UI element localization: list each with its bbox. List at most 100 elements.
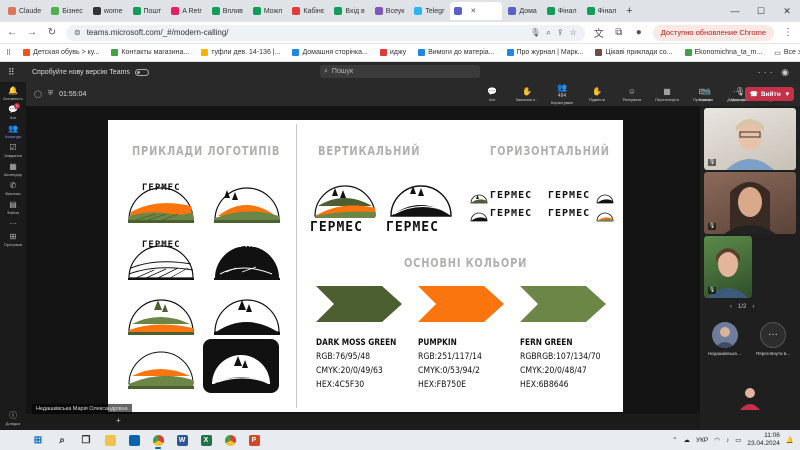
toggle-switch[interactable] [134,68,149,76]
powerpoint-icon[interactable]: P [242,430,266,450]
active-tab[interactable]: ✕ [450,2,503,20]
bookmark-item[interactable]: туфли дев. 14-136 |... [201,49,280,56]
bookmark-item[interactable]: Вимоги до матеріа... [418,49,495,56]
chevron-up-icon[interactable]: ⌃ [672,436,677,444]
share-icon[interactable]: ⇪ [557,28,564,37]
bookmark-item[interactable]: Цікаві приклади со... [595,49,673,56]
mic-icon[interactable]: 🎙 [530,28,540,37]
browser-tab[interactable]: Можл [249,2,287,20]
apps-grid-icon[interactable]: ⠿ [6,49,11,57]
bookmark-item[interactable]: иджу [379,49,406,56]
file-explorer-icon[interactable] [98,430,122,450]
add-icon[interactable]: + [116,416,121,425]
stage-footer: + [26,414,700,430]
browser-tab[interactable]: wome [89,2,127,20]
zoom-icon[interactable]: ⌕ [546,28,550,38]
search-icon[interactable]: ⌕ [50,430,74,450]
rail-item-apps[interactable]: ⊞ Програми [0,232,26,247]
browser-tab[interactable]: Всеук [371,2,409,20]
participant-video[interactable]: 🎙 [704,236,752,298]
toolbar-react-button[interactable]: ☺ Реагувати [616,82,648,106]
search-input[interactable]: ⌕ Пошук [320,65,480,78]
site-info-icon[interactable]: ⊜ [74,28,81,37]
rail-item-more[interactable]: ··· [0,219,26,228]
menu-icon[interactable]: ⋮ [782,27,794,38]
bookmark-item[interactable]: Ekonomichna_ta_m... [684,49,762,56]
browser-tab[interactable]: Telegr [410,2,448,20]
outlook-icon[interactable] [122,430,146,450]
bookmark-item[interactable]: Детская обувь > ку... [23,49,99,56]
toolbar-camera-button[interactable]: 📹 Камера [690,82,722,106]
all-bookmarks-button[interactable]: ▭Все закладки [774,49,800,57]
forward-icon[interactable]: → [26,27,38,38]
participant-video[interactable]: 🎙 [704,172,796,234]
help-button[interactable]: ⓘ Довідка [0,410,26,426]
new-tab-icon[interactable]: + [622,5,636,17]
clock[interactable]: 11:06 23.04.2024 [747,432,780,448]
browser-tab[interactable]: Дома [504,2,540,20]
browser-tab[interactable]: Claude [4,2,45,20]
rail-item-calendar[interactable]: ▦ Календар [0,162,26,177]
close-icon[interactable]: ✕ [774,0,800,22]
view-all-tile[interactable]: ··· Переглянути в... [750,322,796,356]
windows-start-icon[interactable]: ⊞ [26,430,50,450]
toolbar-hand-button[interactable]: ✋ Записані п... [511,82,543,106]
cloud-icon[interactable]: ☁ [684,436,691,444]
app-launcher-icon[interactable]: ⠿ [8,67,24,78]
new-teams-toggle[interactable]: Спробуйте нову версію Teams [32,68,149,76]
rail-item-chat[interactable]: 💬 Чат 1 [0,103,26,120]
rail-item-files[interactable]: ▤ Файли [0,200,26,215]
translate-icon[interactable]: 文 [593,25,605,40]
browser-tab[interactable]: Бізнес [47,2,87,20]
url-input[interactable]: ⊜ teams.microsoft.com/_#/modern-calling/… [66,24,585,41]
browser-tab[interactable]: Вхід в [330,2,368,20]
bookmark-item[interactable]: Про журнал | Марк... [506,49,583,56]
back-icon[interactable]: ← [6,27,18,38]
close-tab-icon[interactable]: ✕ [470,7,476,15]
color-cmyk: CMYK:0/53/94/2 [418,366,480,376]
chevron-right-icon[interactable]: › [752,304,754,310]
rail-item-teams[interactable]: 👥 Команди [0,124,26,139]
color-name: PUMPKIN [418,338,457,348]
browser-tab[interactable]: Пошт [129,2,166,20]
excel-icon[interactable]: X [194,430,218,450]
chrome-update-button[interactable]: Доступно обновление Chrome [652,24,774,41]
meeting-toolbar: ◯ ⛨ 01:55:04 💬 Чат ✋ Записані п... 👥 494 Корис… [26,82,800,106]
chevron-left-icon[interactable]: ‹ [730,304,732,310]
bookmark-star-icon[interactable]: ☆ [570,28,577,37]
chrome-icon[interactable] [218,430,242,450]
maximize-icon[interactable]: ☐ [748,0,774,22]
battery-icon[interactable]: ▭ [735,436,741,444]
reload-icon[interactable]: ↻ [46,27,58,38]
attendee-tile[interactable]: Недашківська ... [702,322,748,356]
toolbar-raise-hand-button[interactable]: ✋ Підвести [581,82,613,106]
chrome-icon[interactable] [146,430,170,450]
extensions-icon[interactable]: ⧉ [613,27,625,38]
chevron-down-icon[interactable]: ▾ [786,90,789,98]
wifi-icon[interactable]: ◠ [714,436,720,444]
toolbar-people-button[interactable]: 👥 494 Користувачі [546,82,578,106]
browser-tab[interactable]: Кабінє [288,2,328,20]
task-view-icon[interactable]: ❐ [74,430,98,450]
profile-icon[interactable]: ● [633,27,645,38]
rail-item-phone[interactable]: ✆ Виклики [0,181,26,196]
bookmark-item[interactable]: Контакты магазина... [111,49,189,56]
browser-tab[interactable]: Фінал [543,2,581,20]
bookmark-item[interactable]: Домашня сторінка... [292,49,368,56]
rail-item-bell[interactable]: 🔔 Активність [0,86,26,101]
minimize-icon[interactable]: — [722,0,748,22]
language-indicator[interactable]: УКР [696,437,708,444]
toolbar-chat-button[interactable]: 💬 Чат [476,82,508,106]
self-view[interactable] [730,384,770,410]
volume-icon[interactable]: ♪ [726,437,729,444]
toolbar-view-button[interactable]: ▦ Переглянути [651,82,683,106]
more-options-icon[interactable]: ··· ◉ [758,67,792,78]
notifications-icon[interactable]: 🔔 [786,436,794,444]
word-icon[interactable]: W [170,430,194,450]
participant-video[interactable]: 🎙 [704,108,796,170]
browser-tab[interactable]: A Retr [167,2,205,20]
browser-tab[interactable]: Фінал [583,2,621,20]
browser-tab[interactable]: Вплив [208,2,247,20]
rail-item-tasks[interactable]: ☑ Завдання [0,143,26,158]
leave-button[interactable]: ☎ Вийти ▾ [744,87,794,101]
